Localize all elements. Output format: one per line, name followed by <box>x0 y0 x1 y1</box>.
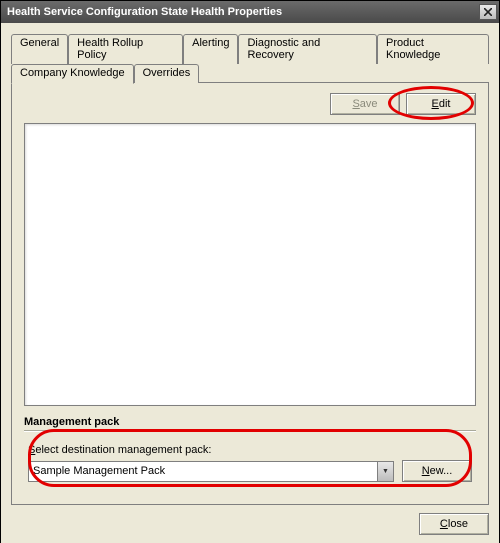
tab-general[interactable]: General <box>11 34 68 64</box>
tab-strip: General Health Rollup Policy Alerting Di… <box>11 33 489 82</box>
tab-product-knowledge[interactable]: Product Knowledge <box>377 34 489 64</box>
edit-button-rest: dit <box>439 98 451 110</box>
new-button-rest: ew... <box>430 465 453 477</box>
save-button-rest: ave <box>360 98 378 110</box>
knowledge-editor[interactable] <box>24 123 476 406</box>
new-button[interactable]: New... <box>402 460 472 482</box>
management-pack-heading: Management pack <box>24 416 476 428</box>
management-pack-select[interactable]: Sample Management Pack ▼ <box>28 461 394 482</box>
management-pack-row: Sample Management Pack ▼ New... <box>28 460 472 482</box>
edit-button[interactable]: Edit <box>406 93 476 115</box>
management-pack-label: Select destination management pack: <box>28 444 472 456</box>
management-pack-selected: Sample Management Pack <box>33 465 165 477</box>
close-icon[interactable] <box>479 4 497 20</box>
titlebar: Health Service Configuration State Healt… <box>1 1 499 23</box>
management-pack-section: Management pack Select destination manag… <box>24 416 476 492</box>
tab-health-rollup-policy[interactable]: Health Rollup Policy <box>68 34 183 64</box>
dialog-footer: Close <box>11 505 489 535</box>
divider <box>24 430 476 432</box>
mp-label-rest: elect destination management pack: <box>35 444 211 456</box>
toolbar: Save Edit <box>24 93 476 115</box>
tab-alerting[interactable]: Alerting <box>183 34 238 64</box>
tab-overrides[interactable]: Overrides <box>134 64 200 83</box>
save-button: Save <box>330 93 400 115</box>
window-title: Health Service Configuration State Healt… <box>7 6 479 18</box>
dialog-body: General Health Rollup Policy Alerting Di… <box>1 23 499 543</box>
chevron-down-icon: ▼ <box>377 462 393 481</box>
tab-company-knowledge[interactable]: Company Knowledge <box>11 64 134 84</box>
close-button-rest: lose <box>448 518 468 530</box>
close-button[interactable]: Close <box>419 513 489 535</box>
tab-diagnostic-and-recovery[interactable]: Diagnostic and Recovery <box>238 34 377 64</box>
tab-panel-company-knowledge: Save Edit Management pack Select destina… <box>11 82 489 505</box>
